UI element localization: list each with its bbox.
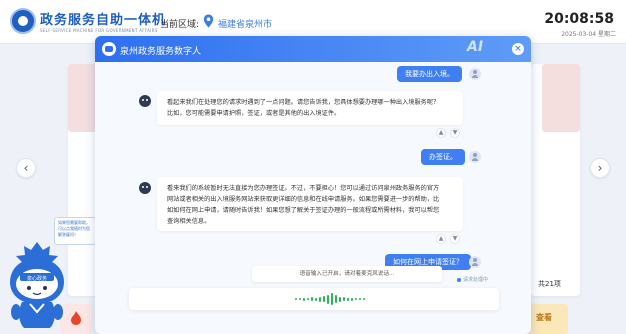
bot-message-line: 比如，您可能需要申请护照，签证，或者是其他的出入境证件。 <box>167 110 341 117</box>
thumbs-up-button[interactable]: ▲ <box>436 128 446 138</box>
gov-logo-icon <box>10 8 36 34</box>
bot-message-line: 看起来我们在处理您的请求时遇到了一点问题。请您告诉我，您具体想要办理哪一种出入境… <box>167 99 440 106</box>
thumbs-down-button[interactable]: ▼ <box>450 234 460 244</box>
thumbs-up-button[interactable]: ▲ <box>436 234 446 244</box>
chat-header: 泉州政务服务数字人 AI × <box>95 36 531 62</box>
user-avatar-icon <box>469 68 481 80</box>
service-card-right[interactable] <box>530 64 580 296</box>
bottom-tile-label: 查看 <box>536 313 552 322</box>
bot-avatar-icon <box>139 95 151 107</box>
bot-message-line: 网站或者相关的出入境服务网站来获取更详细的信息和在线申请服务。如果您需要进一步的… <box>167 196 440 203</box>
robot-icon <box>102 42 116 56</box>
user-message: 我要办出入境。 <box>397 66 462 82</box>
chat-dialog: 泉州政务服务数字人 AI × 我要办出入境。 看起来我们在处理您的请求时遇到了一… <box>95 36 531 334</box>
next-page-button[interactable]: › <box>590 158 610 178</box>
chevron-right-icon: › <box>597 161 603 175</box>
bot-message-line: 查询相关信息。 <box>167 218 211 225</box>
bot-message: 看来我们的系统暂时无法直接为您办理签证。不过，不要担心！您可以通过访问泉州政务服… <box>157 177 463 231</box>
thumbs-down-icon: ▼ <box>452 235 458 242</box>
prev-page-button[interactable]: ‹ <box>16 158 36 178</box>
user-avatar-icon <box>469 256 481 268</box>
user-message: 办签证。 <box>421 149 465 165</box>
location-pin-icon[interactable] <box>203 14 214 28</box>
chat-title: 泉州政务服务数字人 <box>120 47 202 57</box>
close-icon: × <box>514 44 522 54</box>
ai-logo: AI <box>467 39 484 55</box>
voice-input-bar[interactable] <box>129 288 499 310</box>
thumbs-up-icon: ▲ <box>438 235 444 242</box>
mascot-name: 泉心政务 <box>27 275 47 282</box>
clock-date: 2025-03-04 星期二 <box>561 31 616 38</box>
app-subtitle: SELF-SERVICE MACHINE FOR GOVERNMENT AFFA… <box>40 28 158 33</box>
close-button[interactable]: × <box>512 43 524 55</box>
chevron-left-icon: ‹ <box>23 161 29 175</box>
thumbs-down-icon: ▼ <box>452 129 458 136</box>
mascot-assistant[interactable]: 泉心政务 <box>6 240 68 332</box>
mascot-tip-line: 解答疑问！ <box>58 232 78 237</box>
voice-waveform-icon <box>295 293 365 305</box>
request-status: 请求处理中 <box>457 276 488 283</box>
region-select[interactable]: 福建省泉州市 <box>218 17 272 30</box>
app-title: 政务服务自助一体机 <box>40 13 167 28</box>
region-label: 当前区域: <box>160 20 200 30</box>
status-dot-icon <box>457 277 461 282</box>
voice-input-hint: 语音输入已开启，请对着麦克风说话... <box>252 266 442 282</box>
flame-icon <box>71 311 81 325</box>
bot-message-line: 看来我们的系统暂时无法直接为您办理签证。不过，不要担心！您可以通过访问泉州政务服… <box>167 185 440 192</box>
bot-message: 看起来我们在处理您的请求时遇到了一点问题。请您告诉我，您具体想要办理哪一种出入境… <box>157 91 463 125</box>
page-count: 共21项 <box>538 280 561 288</box>
clock-time: 20:08:58 <box>544 11 614 27</box>
thumbs-up-icon: ▲ <box>438 129 444 136</box>
user-avatar-icon <box>469 151 481 163</box>
status-text: 请求处理中 <box>463 277 489 283</box>
bot-message-line: 如如何在网上申请，请随时告诉我！如果您想了解关于签证办理的一般流程或所需材料，我… <box>167 207 440 214</box>
service-card-accent <box>542 64 580 132</box>
thumbs-down-button[interactable]: ▼ <box>450 128 460 138</box>
bot-avatar-icon <box>139 182 151 194</box>
